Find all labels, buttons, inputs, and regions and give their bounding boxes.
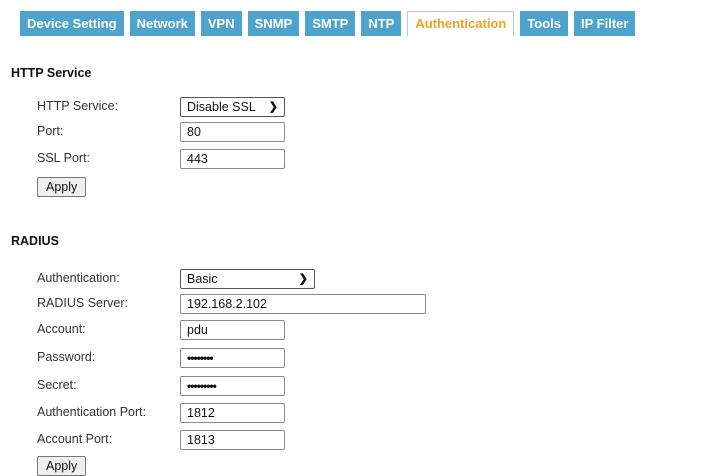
http-service-select[interactable]: Disable SSL ❯ bbox=[180, 97, 285, 117]
account-port-label: Account Port: bbox=[37, 432, 113, 446]
tab-smtp[interactable]: SMTP bbox=[305, 11, 356, 36]
port-input[interactable]: 80 bbox=[180, 122, 285, 142]
http-apply-button[interactable]: Apply bbox=[37, 177, 87, 197]
chevron-down-icon: ❯ bbox=[298, 273, 308, 285]
radius-apply-button[interactable]: Apply bbox=[37, 456, 87, 476]
authentication-value: Basic bbox=[187, 272, 218, 286]
tab-vpn[interactable]: VPN bbox=[200, 11, 242, 36]
port-label: Port: bbox=[37, 124, 64, 138]
ssl-port-label: SSL Port: bbox=[37, 151, 91, 165]
tab-ntp[interactable]: NTP bbox=[361, 11, 402, 36]
account-input[interactable]: pdu bbox=[180, 320, 285, 340]
password-label: Password: bbox=[37, 350, 96, 364]
tab-device-setting[interactable]: Device Setting bbox=[20, 11, 124, 36]
authentication-port-input[interactable]: 1812 bbox=[180, 403, 285, 423]
http-service-value: Disable SSL bbox=[187, 100, 256, 114]
ssl-port-input[interactable]: 443 bbox=[180, 149, 285, 169]
account-port-input[interactable]: 1813 bbox=[180, 430, 285, 450]
secret-input[interactable]: ••••••••• bbox=[180, 376, 285, 396]
http-service-label: HTTP Service: bbox=[37, 99, 119, 113]
secret-label: Secret: bbox=[37, 378, 77, 392]
chevron-down-icon: ❯ bbox=[268, 101, 278, 113]
authentication-label: Authentication: bbox=[37, 271, 120, 285]
account-label: Account: bbox=[37, 322, 86, 336]
authentication-port-label: Authentication Port: bbox=[37, 405, 147, 419]
tab-bar: Device Setting Network VPN SNMP SMTP NTP… bbox=[20, 11, 641, 36]
tab-authentication[interactable]: Authentication bbox=[407, 11, 515, 36]
radius-server-label: RADIUS Server: bbox=[37, 296, 128, 310]
radius-server-input[interactable]: 192.168.2.102 bbox=[180, 294, 426, 314]
tab-ip-filter[interactable]: IP Filter bbox=[574, 11, 636, 36]
tab-network[interactable]: Network bbox=[129, 11, 195, 36]
password-input[interactable]: •••••••• bbox=[180, 348, 285, 368]
http-service-title: HTTP Service bbox=[11, 66, 92, 80]
radius-title: RADIUS bbox=[11, 234, 59, 248]
authentication-select[interactable]: Basic ❯ bbox=[180, 269, 315, 289]
tab-tools[interactable]: Tools bbox=[520, 11, 569, 36]
tab-snmp[interactable]: SNMP bbox=[247, 11, 300, 36]
